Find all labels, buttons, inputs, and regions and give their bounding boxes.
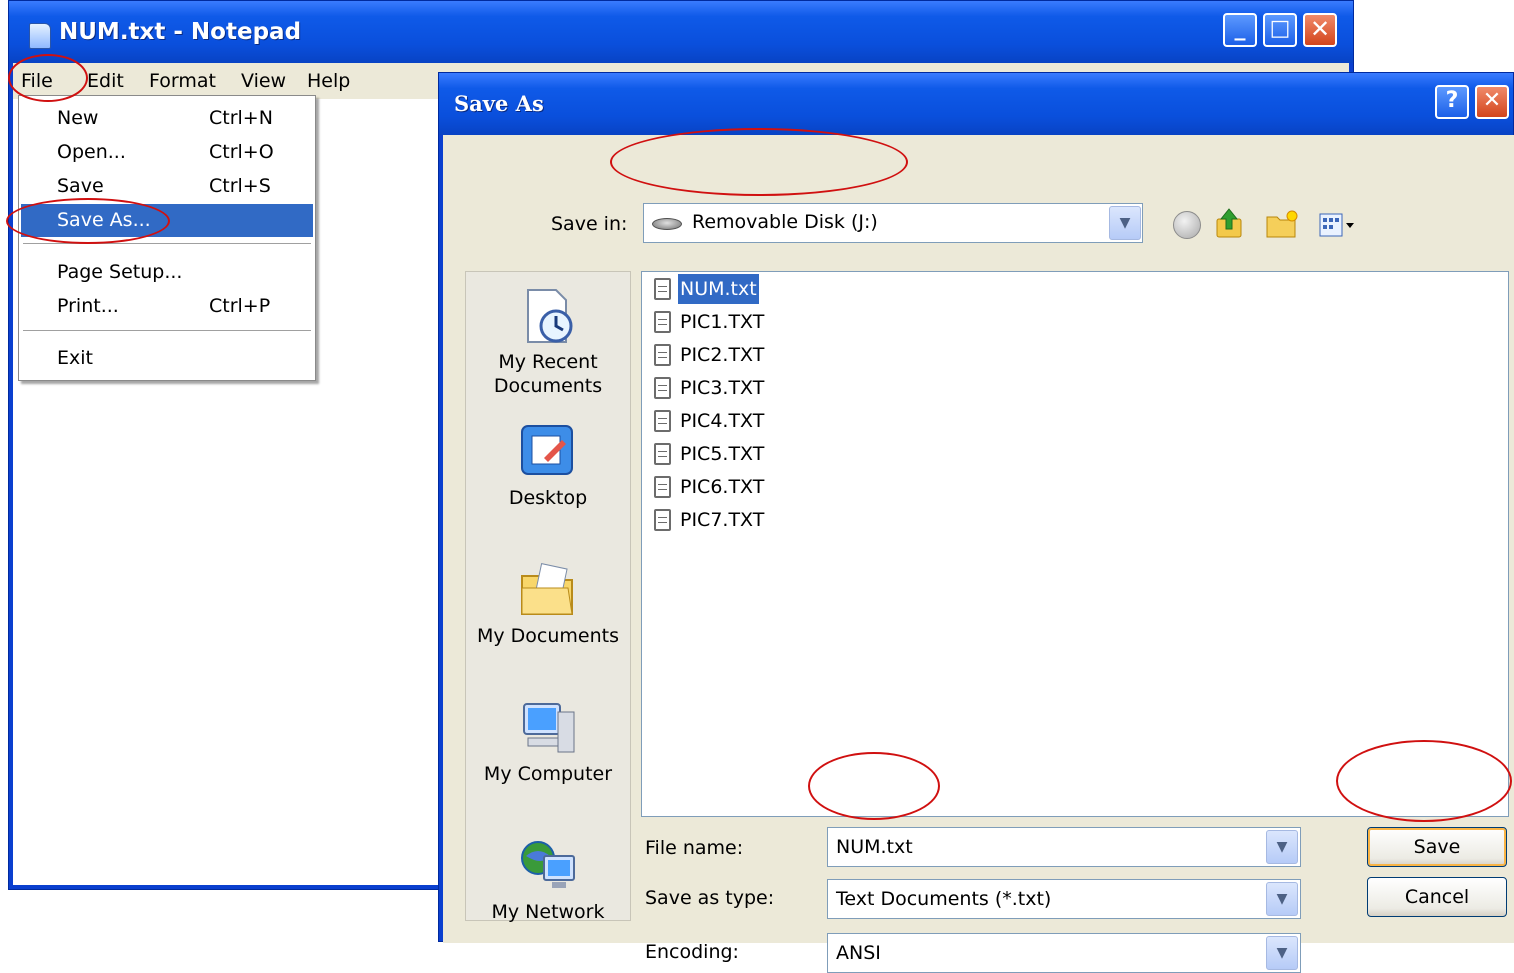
annotation-circle-file-menu xyxy=(8,54,88,102)
notepad-window-title: NUM.txt - Notepad xyxy=(59,19,302,45)
minimize-button[interactable]: _ xyxy=(1223,13,1257,47)
text-file-icon xyxy=(654,443,671,465)
file-name-label: File name: xyxy=(645,837,744,859)
file-name-dropdown-button[interactable]: ▼ xyxy=(1266,830,1298,864)
encoding-label: Encoding: xyxy=(645,941,739,963)
menu-item-shortcut: Ctrl+N xyxy=(209,107,273,129)
save-as-type-value: Text Documents (*.txt) xyxy=(836,888,1052,910)
my-network-icon xyxy=(518,836,578,896)
file-name: PIC2.TXT xyxy=(680,344,765,366)
save-as-dialog: Save As ? ✕ Save in: Removable Disk (J:)… xyxy=(438,72,1514,973)
encoding-dropdown[interactable]: ANSI xyxy=(827,933,1301,973)
menu-item-shortcut: Ctrl+O xyxy=(209,141,274,163)
place-my-network[interactable]: My Network xyxy=(466,836,630,924)
place-label: My Documents xyxy=(476,625,619,647)
menu-separator xyxy=(23,243,311,245)
file-name-field[interactable]: NUM.txt xyxy=(827,827,1301,867)
text-file-icon xyxy=(654,344,671,366)
menu-item-label: Page Setup... xyxy=(57,261,183,283)
place-label: My Computer xyxy=(483,763,613,785)
menu-format[interactable]: Format xyxy=(143,67,222,95)
place-my-documents[interactable]: My Documents xyxy=(466,560,630,648)
up-folder-icon[interactable] xyxy=(1215,207,1243,239)
chevron-down-icon: ▼ xyxy=(1119,215,1131,231)
save-button[interactable]: Save xyxy=(1367,827,1507,867)
menu-help[interactable]: Help xyxy=(301,67,356,95)
dialog-title: Save As xyxy=(454,91,544,116)
text-file-icon xyxy=(654,476,671,498)
save-in-dropdown-button[interactable]: ▼ xyxy=(1109,206,1141,240)
new-folder-icon[interactable] xyxy=(1265,209,1299,239)
file-name-value: NUM.txt xyxy=(836,836,913,858)
menu-item-label: New xyxy=(57,107,99,129)
place-my-recent-documents[interactable]: My Recent Documents xyxy=(466,286,630,398)
encoding-dropdown-button[interactable]: ▼ xyxy=(1266,936,1298,970)
file-name: PIC7.TXT xyxy=(680,509,765,531)
place-desktop[interactable]: Desktop xyxy=(466,422,630,510)
menu-item-open[interactable]: Open... Ctrl+O xyxy=(21,136,313,169)
save-in-dropdown[interactable]: Removable Disk (J:) xyxy=(643,203,1143,243)
chevron-down-icon: ▼ xyxy=(1276,891,1288,907)
back-icon[interactable] xyxy=(1173,211,1201,239)
menu-item-exit[interactable]: Exit xyxy=(21,342,313,375)
place-label: My Recent Documents xyxy=(493,351,603,397)
views-menu-icon[interactable] xyxy=(1319,211,1355,239)
dialog-title-bar[interactable]: Save As ? ✕ xyxy=(439,73,1513,135)
maximize-button[interactable]: □ xyxy=(1263,13,1297,47)
text-file-icon xyxy=(654,410,671,432)
encoding-value: ANSI xyxy=(836,942,881,964)
help-button[interactable]: ? xyxy=(1435,85,1469,119)
menu-item-page-setup[interactable]: Page Setup... xyxy=(21,256,313,289)
save-as-type-dropdown-button[interactable]: ▼ xyxy=(1266,882,1298,916)
file-name: PIC1.TXT xyxy=(680,311,765,333)
menu-separator xyxy=(23,330,311,332)
file-name: PIC6.TXT xyxy=(680,476,765,498)
menu-item-label: Open... xyxy=(57,141,126,163)
menu-item-shortcut: Ctrl+S xyxy=(209,175,271,197)
menu-item-print[interactable]: Print... Ctrl+P xyxy=(21,290,313,323)
file-name: PIC5.TXT xyxy=(680,443,765,465)
menu-item-label: Exit xyxy=(57,347,93,369)
menu-item-new[interactable]: New Ctrl+N xyxy=(21,102,313,135)
text-file-icon xyxy=(654,509,671,531)
places-bar: My Recent Documents Desktop My Documents… xyxy=(465,271,631,924)
place-label: My Network xyxy=(491,901,605,923)
file-name: PIC4.TXT xyxy=(680,410,765,432)
save-in-label: Save in: xyxy=(551,213,628,235)
recent-documents-icon xyxy=(518,286,578,346)
file-list[interactable]: NUM.txt PIC1.TXT PIC2.TXT PIC3.TXT PIC4.… xyxy=(641,271,1509,817)
my-computer-icon xyxy=(518,698,578,758)
notepad-title-bar[interactable]: NUM.txt - Notepad _ □ ✕ xyxy=(9,1,1353,63)
save-in-value: Removable Disk (J:) xyxy=(692,211,878,233)
cancel-button[interactable]: Cancel xyxy=(1367,877,1507,917)
file-name: PIC3.TXT xyxy=(680,377,765,399)
save-as-type-dropdown[interactable]: Text Documents (*.txt) xyxy=(827,879,1301,919)
notepad-app-icon xyxy=(29,23,51,49)
menu-item-label: Print... xyxy=(57,295,119,317)
menu-edit[interactable]: Edit xyxy=(81,67,130,95)
place-my-computer[interactable]: My Computer xyxy=(466,698,630,786)
text-file-icon xyxy=(654,311,671,333)
chevron-down-icon: ▼ xyxy=(1276,839,1288,855)
text-file-icon xyxy=(654,278,671,300)
menu-item-shortcut: Ctrl+P xyxy=(209,295,271,317)
menu-view[interactable]: View xyxy=(235,67,292,95)
my-documents-icon xyxy=(518,560,578,620)
save-as-type-label: Save as type: xyxy=(645,887,775,909)
dialog-close-button[interactable]: ✕ xyxy=(1475,85,1509,119)
text-file-icon xyxy=(654,377,671,399)
removable-disk-icon xyxy=(652,218,682,230)
dialog-body: Save in: Removable Disk (J:) ▼ My Recent… xyxy=(443,135,1514,973)
place-label: Desktop xyxy=(508,487,588,509)
annotation-circle-save-as xyxy=(6,198,170,244)
file-name: NUM.txt xyxy=(677,273,760,305)
annotation-circle-save-button xyxy=(1336,740,1512,822)
annotation-circle-save-in xyxy=(610,128,908,196)
annotation-circle-file-name xyxy=(808,752,940,820)
close-button[interactable]: ✕ xyxy=(1303,13,1337,47)
desktop-icon xyxy=(518,422,578,482)
